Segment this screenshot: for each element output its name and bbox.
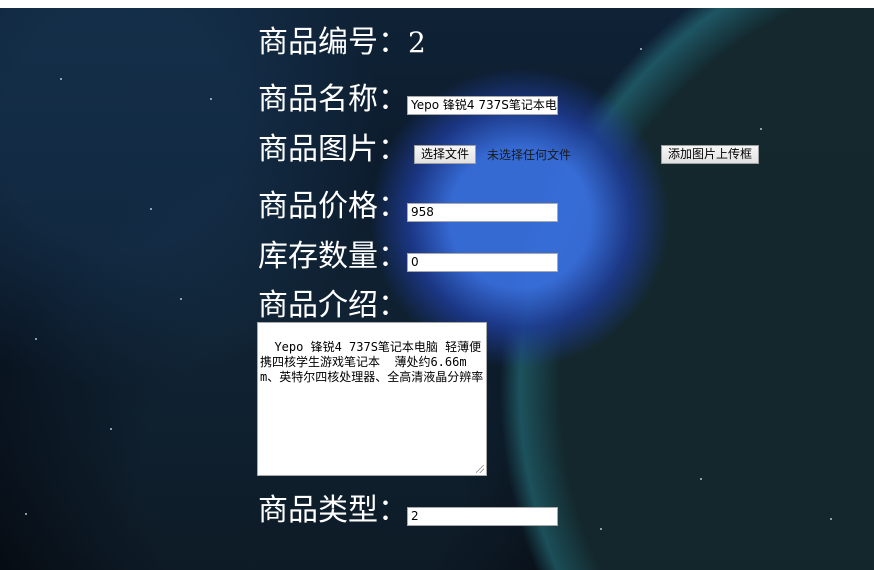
stock-quantity-label: 库存数量： <box>258 239 408 274</box>
product-id-value: 2 <box>408 26 426 59</box>
product-price-label: 商品价格： <box>258 189 408 224</box>
product-id-row: 商品编号：2 <box>258 26 426 60</box>
resize-grip-icon[interactable] <box>476 465 484 473</box>
space-background <box>0 8 874 570</box>
product-price-input[interactable]: 958 <box>407 203 558 222</box>
product-intro-text: Yepo 锋锐4 737S笔记本电脑 轻薄便携四核学生游戏笔记本 薄处约6.66… <box>260 340 484 384</box>
product-intro-textarea[interactable]: Yepo 锋锐4 737S笔记本电脑 轻薄便携四核学生游戏笔记本 薄处约6.66… <box>257 322 487 476</box>
product-type-input[interactable]: 2 <box>407 507 558 526</box>
product-id-label: 商品编号： <box>258 25 408 60</box>
product-name-label: 商品名称： <box>258 82 408 117</box>
product-intro-label: 商品介绍： <box>258 288 408 323</box>
stock-quantity-input[interactable]: 0 <box>407 253 558 272</box>
no-file-text: 未选择任何文件 <box>487 148 572 162</box>
choose-file-button[interactable]: 选择文件 <box>414 145 477 164</box>
product-type-label: 商品类型： <box>258 493 408 528</box>
top-bar <box>0 0 874 8</box>
product-name-input[interactable]: Yepo 锋锐4 737S笔记本电 <box>407 96 558 115</box>
product-image-label: 商品图片： <box>258 132 408 167</box>
add-upload-box-button[interactable]: 添加图片上传框 <box>661 145 760 164</box>
